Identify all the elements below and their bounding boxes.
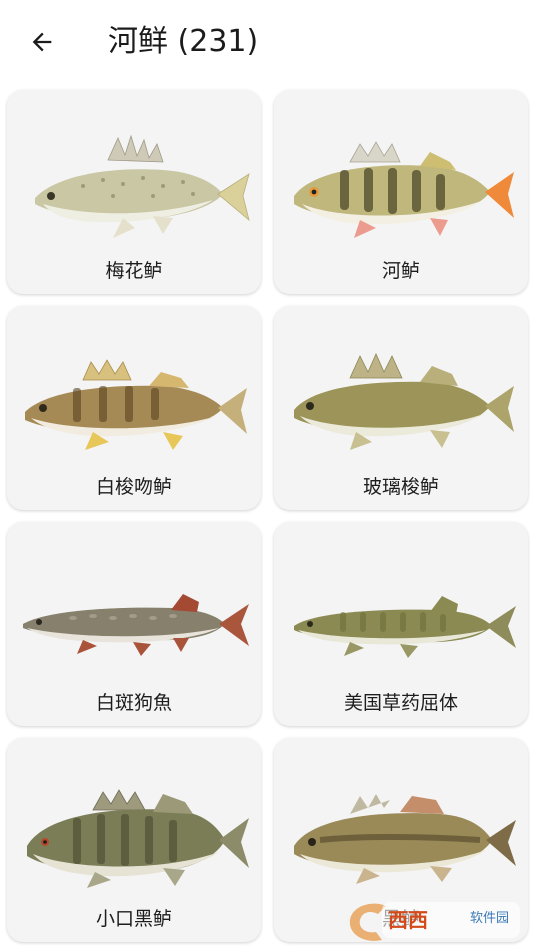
watermark-text: 软件园 [470, 911, 510, 926]
page-title: 河鲜 (231) [108, 24, 259, 59]
fish-name: 梅花鲈 [105, 260, 163, 282]
fish-image [294, 353, 514, 450]
fish-image [294, 141, 514, 238]
fish-image [27, 789, 249, 888]
fish-card[interactable]: 白梭吻鲈 [7, 306, 261, 510]
fish-image [294, 596, 516, 658]
fish-card[interactable]: 梅花鲈 [7, 90, 261, 294]
watermark-brand: 西西 [388, 908, 428, 932]
fish-name: 美国草药屈体 [343, 692, 458, 714]
fish-name: 白梭吻鲈 [95, 476, 172, 498]
fish-name: 玻璃梭鲈 [362, 476, 439, 498]
fish-image [25, 359, 247, 450]
fish-card[interactable]: 河鲈 [274, 90, 528, 294]
fish-card[interactable]: 玻璃梭鲈 [274, 306, 528, 510]
fish-image [294, 794, 516, 884]
fish-image [23, 594, 249, 656]
app-bar: 河鲜 (231) [0, 0, 535, 84]
fish-name: 白斑狗魚 [95, 692, 172, 714]
fish-card[interactable]: 小口黑鲈 [7, 738, 261, 942]
fish-card[interactable]: 美国草药屈体 [274, 522, 528, 726]
fish-name: 小口黑鲈 [95, 908, 172, 930]
fish-card[interactable]: 白斑狗魚 [7, 522, 261, 726]
fish-name: 河鲈 [381, 260, 420, 282]
fish-image [35, 134, 250, 238]
back-button[interactable] [22, 22, 62, 62]
arrow-left-icon [32, 32, 52, 52]
